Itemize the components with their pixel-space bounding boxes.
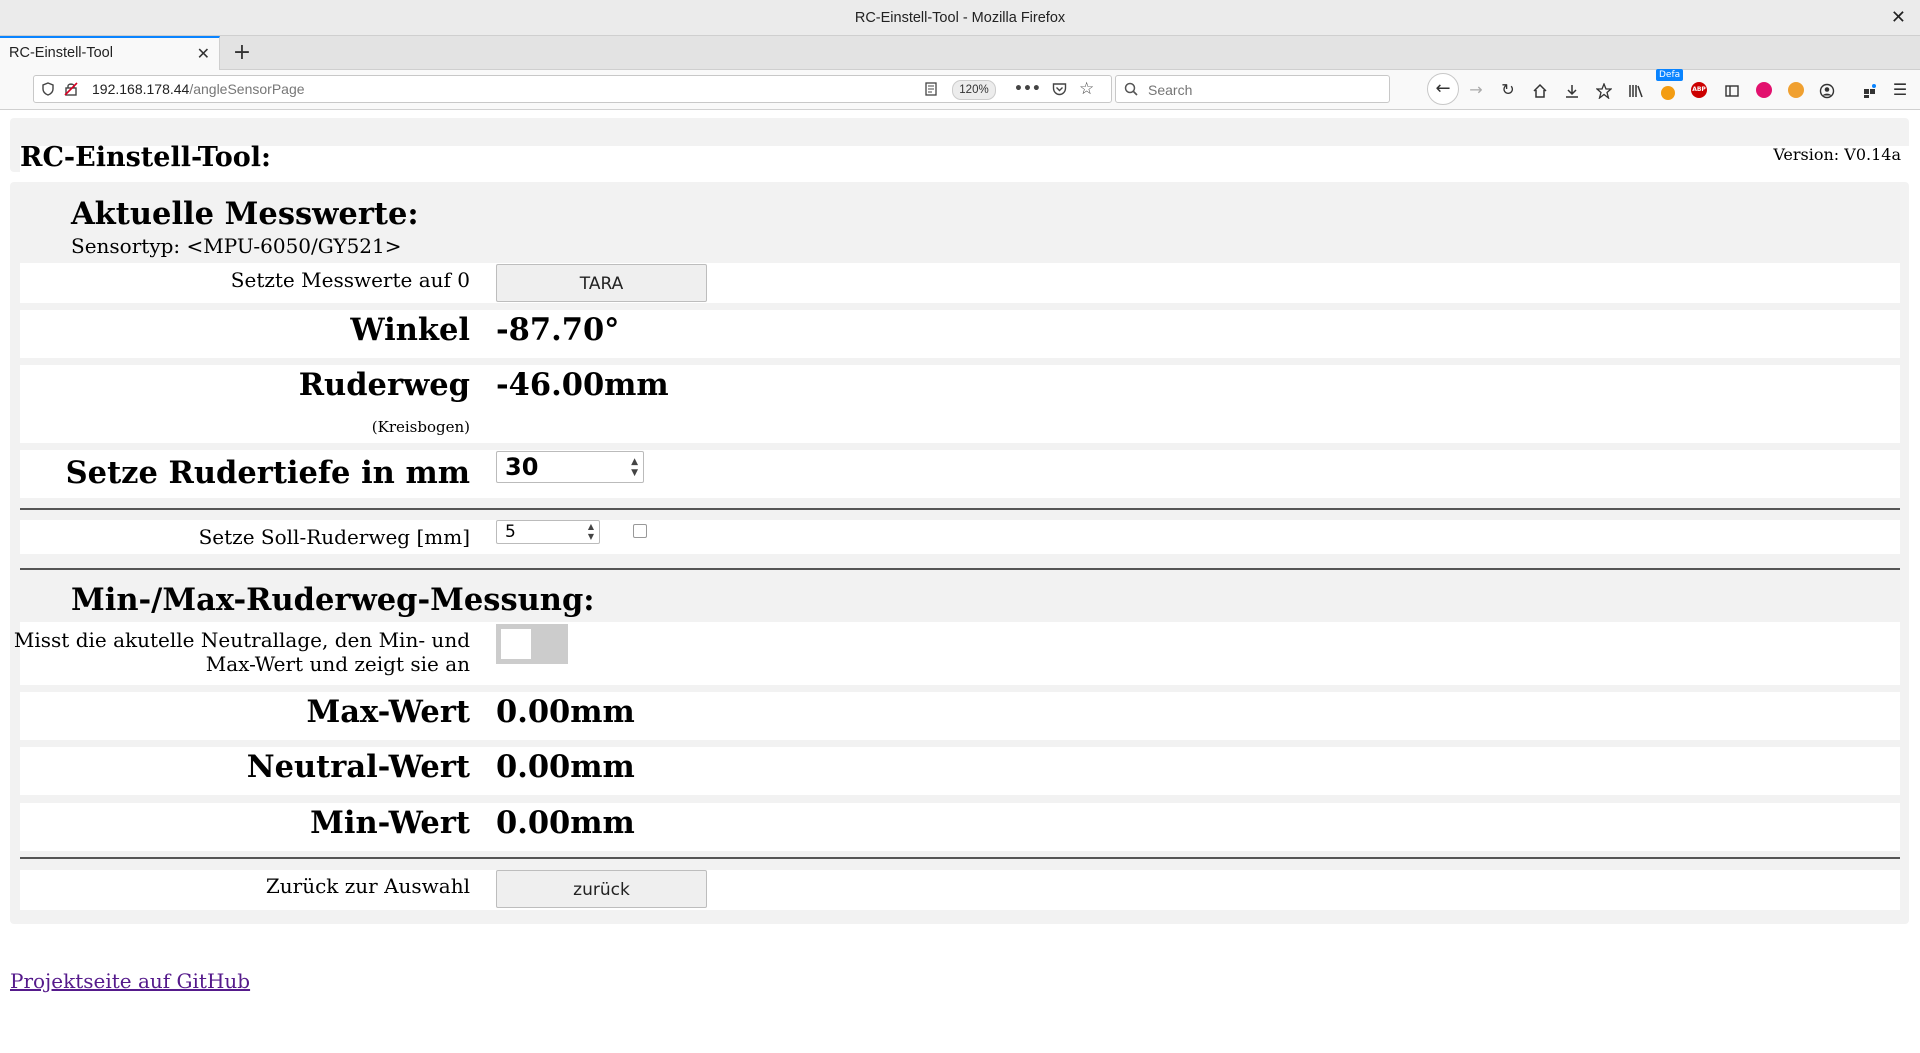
github-link[interactable]: Projektseite auf GitHub bbox=[10, 969, 250, 993]
bookmark-star-icon[interactable]: ☆ bbox=[1079, 76, 1094, 102]
window-close-icon[interactable]: ✕ bbox=[1891, 0, 1906, 36]
pocket-icon[interactable] bbox=[1052, 76, 1067, 102]
depth-label: Setze Rudertiefe in mm bbox=[65, 455, 470, 491]
row-tara: Setzte Messwerte auf 0 TARA bbox=[20, 263, 1900, 303]
min-value: 0.00mm bbox=[496, 805, 635, 841]
toggle-knob bbox=[501, 629, 531, 659]
toggle-label-line-2: Max-Wert und zeigt sie an bbox=[205, 652, 470, 676]
adblock-plus-icon[interactable]: ABP bbox=[1691, 82, 1707, 98]
depth-input[interactable]: 30 ▲ ▼ bbox=[496, 451, 644, 483]
library-icon[interactable] bbox=[1624, 78, 1648, 102]
reader-view-icon[interactable] bbox=[924, 76, 938, 102]
row-back: Zurück zur Auswahl zurück bbox=[20, 870, 1900, 910]
search-input[interactable] bbox=[1146, 79, 1380, 101]
toggle-label-line-1: Misst die akutelle Neutrallage, den Min-… bbox=[13, 628, 470, 652]
forward-button[interactable]: → bbox=[1464, 78, 1488, 102]
target-checkbox[interactable] bbox=[633, 524, 647, 538]
row-min: Min-Wert 0.00mm bbox=[20, 803, 1900, 851]
divider bbox=[20, 568, 1900, 570]
zoom-indicator[interactable]: 120% bbox=[952, 80, 996, 100]
max-value: 0.00mm bbox=[496, 694, 635, 730]
container-extension-icon[interactable]: Defa bbox=[1656, 69, 1684, 102]
row-max: Max-Wert 0.00mm bbox=[20, 692, 1900, 740]
target-label: Setze Soll-Ruderweg [mm] bbox=[198, 525, 470, 549]
back-button-page[interactable]: zurück bbox=[496, 870, 707, 908]
section-title-measurements: Aktuelle Messwerte: bbox=[71, 196, 419, 232]
tab-label: RC-Einstell-Tool bbox=[9, 45, 113, 61]
angle-value: -87.70° bbox=[496, 312, 620, 348]
min-label: Min-Wert bbox=[310, 805, 470, 841]
neutral-value: 0.00mm bbox=[496, 749, 635, 785]
extension-pink-icon[interactable] bbox=[1756, 82, 1772, 98]
main-panel: Aktuelle Messwerte: Sensortyp: <MPU-6050… bbox=[10, 182, 1909, 924]
target-stepper-icon[interactable]: ▲ ▼ bbox=[588, 522, 594, 542]
account-icon[interactable] bbox=[1815, 78, 1839, 102]
url-path: /angleSensorPage bbox=[189, 81, 305, 97]
target-input-value: 5 bbox=[505, 522, 516, 542]
minmax-toggle[interactable] bbox=[496, 624, 568, 664]
back-button[interactable]: ← bbox=[1427, 73, 1459, 105]
tab-rc-einstell-tool[interactable]: RC-Einstell-Tool ✕ bbox=[0, 36, 220, 70]
url-bar[interactable]: 192.168.178.44/angleSensorPage 120% ••• … bbox=[33, 75, 1112, 103]
rudder-value: -46.00mm bbox=[496, 367, 669, 403]
row-rudder: Ruderweg -46.00mm (Kreisbogen) bbox=[20, 365, 1900, 443]
section-title-minmax: Min-/Max-Ruderweg-Messung: bbox=[71, 582, 595, 618]
extension-badge: Defa bbox=[1656, 69, 1684, 81]
rudder-note: (Kreisbogen) bbox=[371, 418, 470, 436]
rudder-label: Ruderweg bbox=[298, 367, 470, 403]
extension-orange-icon[interactable] bbox=[1788, 82, 1804, 98]
tab-close-icon[interactable]: ✕ bbox=[197, 38, 210, 69]
page-title: RC-Einstell-Tool: bbox=[20, 142, 271, 173]
window-titlebar: RC-Einstell-Tool - Mozilla Firefox ✕ bbox=[0, 0, 1920, 36]
downloads-icon[interactable] bbox=[1560, 78, 1584, 102]
screenshot-icon[interactable] bbox=[1592, 78, 1616, 102]
reload-icon[interactable]: ↻ bbox=[1496, 78, 1520, 102]
row-angle: Winkel -87.70° bbox=[20, 310, 1900, 358]
row-toggle: Misst die akutelle Neutrallage, den Min-… bbox=[14, 622, 1900, 685]
nav-toolbar: 192.168.178.44/angleSensorPage 120% ••• … bbox=[0, 69, 1920, 110]
window-title: RC-Einstell-Tool - Mozilla Firefox bbox=[854, 10, 1066, 26]
back-label: Zurück zur Auswahl bbox=[265, 874, 470, 898]
insecure-lock-icon[interactable] bbox=[64, 76, 78, 102]
home-icon[interactable] bbox=[1528, 78, 1552, 102]
search-icon bbox=[1124, 76, 1138, 102]
page-content: RC-Einstell-Tool: Version: V0.14a Aktuel… bbox=[0, 110, 1920, 1053]
page-header: RC-Einstell-Tool: Version: V0.14a bbox=[10, 118, 1909, 173]
page-actions-icon[interactable]: ••• bbox=[1014, 76, 1041, 102]
toggle-label: Misst die akutelle Neutrallage, den Min-… bbox=[14, 628, 470, 676]
new-tab-button[interactable]: + bbox=[230, 36, 254, 70]
search-bar[interactable] bbox=[1115, 75, 1390, 103]
url-text[interactable]: 192.168.178.44/angleSensorPage bbox=[92, 76, 305, 102]
tab-bar: RC-Einstell-Tool ✕ + bbox=[0, 36, 1920, 70]
row-neutral: Neutral-Wert 0.00mm bbox=[20, 747, 1900, 795]
sidebar-icon[interactable] bbox=[1720, 78, 1744, 102]
max-label: Max-Wert bbox=[306, 694, 471, 730]
depth-input-value: 30 bbox=[505, 453, 539, 481]
row-target: Setze Soll-Ruderweg [mm] 5 ▲ ▼ bbox=[20, 520, 1900, 554]
hamburger-menu-icon[interactable]: ☰ bbox=[1888, 78, 1912, 102]
shield-icon[interactable] bbox=[42, 76, 54, 102]
tara-button[interactable]: TARA bbox=[496, 264, 707, 302]
version-label: Version: V0.14a bbox=[1773, 145, 1901, 164]
target-input[interactable]: 5 ▲ ▼ bbox=[496, 520, 600, 544]
extensions-puzzle-icon[interactable] bbox=[1858, 78, 1882, 102]
depth-stepper-icon[interactable]: ▲ ▼ bbox=[631, 457, 638, 479]
sensor-type: Sensortyp: <MPU-6050/GY521> bbox=[71, 234, 402, 258]
row-depth: Setze Rudertiefe in mm 30 ▲ ▼ bbox=[20, 450, 1900, 498]
divider bbox=[20, 508, 1900, 510]
url-host: 192.168.178.44 bbox=[92, 81, 190, 97]
divider bbox=[20, 857, 1900, 859]
tara-label: Setzte Messwerte auf 0 bbox=[230, 268, 470, 292]
angle-label: Winkel bbox=[350, 312, 470, 348]
neutral-label: Neutral-Wert bbox=[246, 749, 470, 785]
